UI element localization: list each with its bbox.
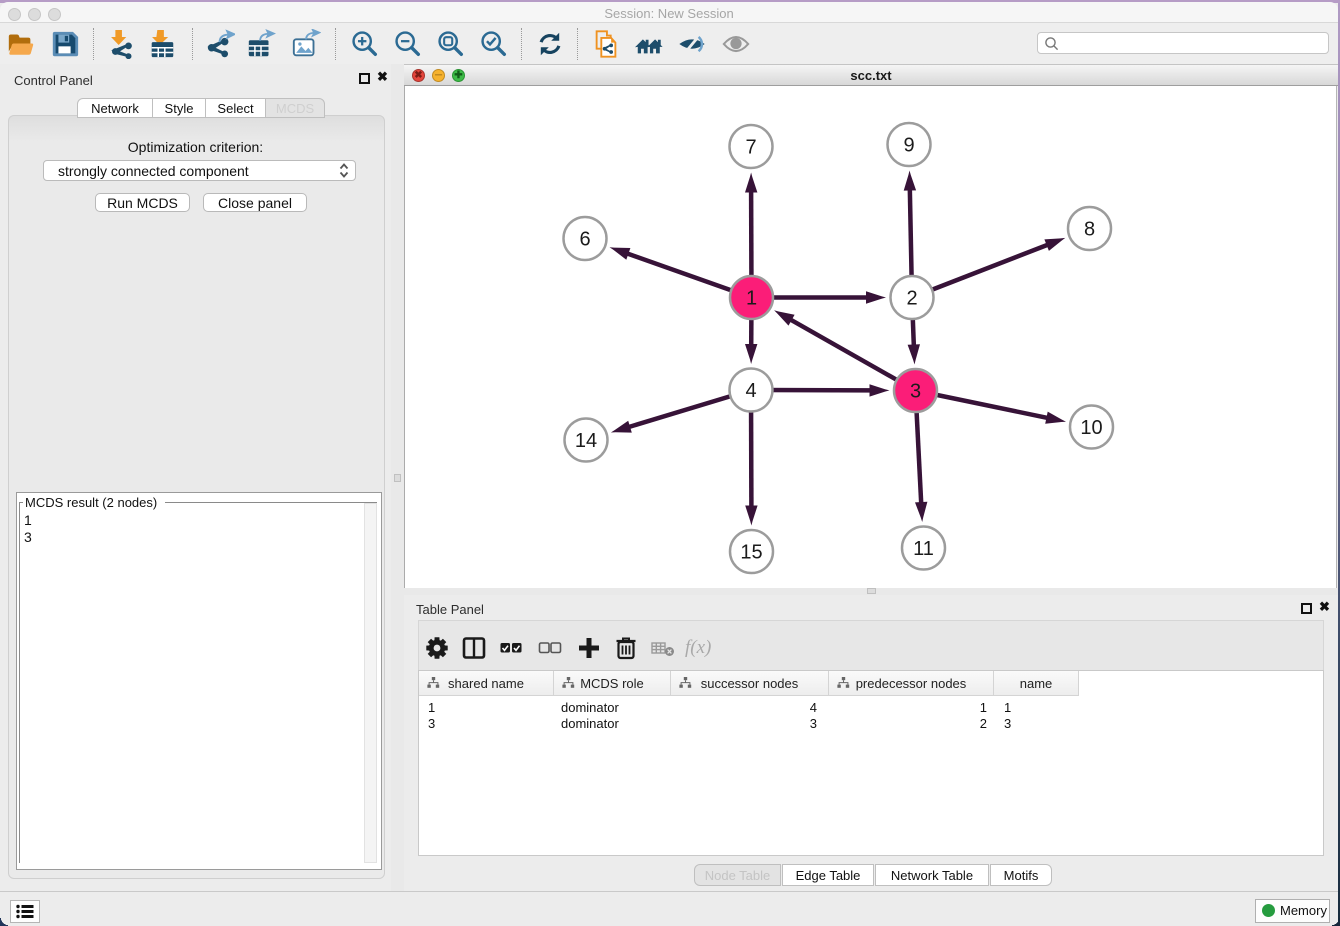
svg-text:15: 15 bbox=[740, 542, 762, 564]
svg-text:3: 3 bbox=[910, 381, 921, 403]
svg-text:10: 10 bbox=[1080, 417, 1102, 439]
svg-text:7: 7 bbox=[745, 137, 756, 159]
svg-text:f(x): f(x) bbox=[685, 637, 711, 658]
svg-text:6: 6 bbox=[579, 229, 590, 251]
svg-text:4: 4 bbox=[745, 380, 756, 402]
svg-text:8: 8 bbox=[1084, 219, 1095, 241]
svg-text:2: 2 bbox=[906, 288, 917, 310]
svg-text:9: 9 bbox=[903, 135, 914, 157]
svg-text:1: 1 bbox=[746, 288, 757, 310]
svg-text:14: 14 bbox=[575, 430, 597, 452]
svg-text:11: 11 bbox=[913, 538, 934, 560]
